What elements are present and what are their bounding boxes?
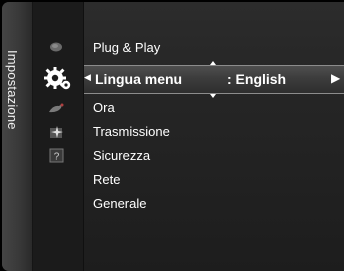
picture-icon[interactable] — [47, 40, 65, 54]
svg-text:?: ? — [54, 152, 60, 163]
menu-item-ora[interactable]: Ora — [93, 100, 115, 116]
menu-item-sicurezza[interactable]: Sicurezza — [93, 148, 150, 164]
category-title: Impostazione — [5, 50, 20, 130]
menu-item-trasmissione[interactable]: Trasmissione — [93, 124, 170, 140]
help-icon[interactable]: ? — [48, 148, 66, 164]
support-icon[interactable] — [48, 125, 66, 141]
right-arrow-icon[interactable]: ▶ — [331, 71, 340, 85]
scroll-down-indicator — [210, 94, 216, 98]
category-icon-column: ? — [33, 2, 84, 271]
left-arrow-icon[interactable]: ◀ — [84, 72, 91, 83]
settings-panel: Impostazione ? Plug & Play ◀ Lingua menu… — [2, 2, 344, 271]
selected-item-label: Lingua menu — [95, 71, 183, 87]
menu-item-generale[interactable]: Generale — [93, 196, 146, 212]
setup-gear-icon[interactable] — [43, 64, 73, 94]
menu-item-rete[interactable]: Rete — [93, 172, 120, 188]
scroll-up-indicator — [210, 61, 216, 65]
menu-item-lingua-menu[interactable]: ◀ Lingua menu : English ▶ — [84, 61, 344, 98]
selected-item-value: : English — [227, 71, 287, 87]
application-icon[interactable] — [47, 102, 65, 116]
menu-item-plug-and-play[interactable]: Plug & Play — [93, 40, 160, 56]
category-title-strip: Impostazione — [2, 2, 33, 271]
